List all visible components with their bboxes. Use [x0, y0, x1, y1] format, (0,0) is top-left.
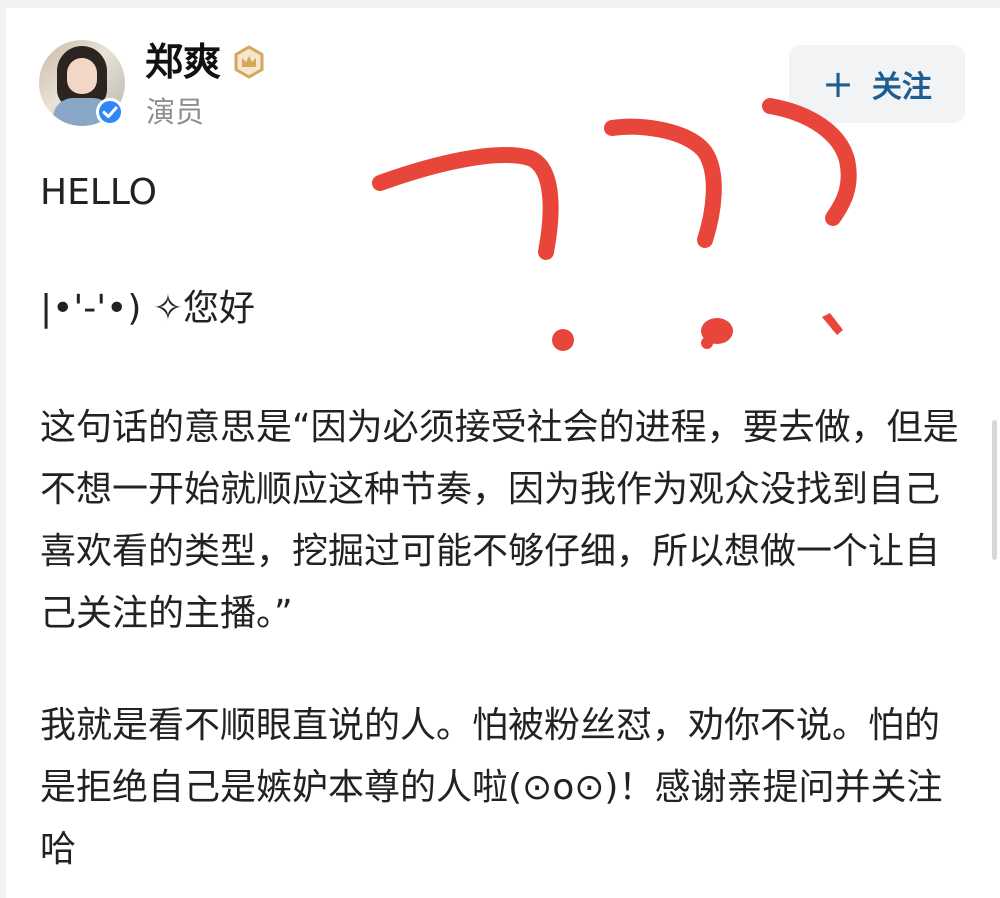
left-edge: [0, 0, 6, 898]
post-paragraph: HELLO: [40, 172, 157, 213]
scrollbar[interactable]: [992, 420, 997, 560]
user-role: 演员: [146, 95, 205, 129]
follow-button-label: 关注: [871, 70, 932, 105]
user-name[interactable]: 郑爽: [145, 38, 221, 86]
crown-badge-icon: [232, 45, 266, 79]
verified-badge-icon: [96, 98, 124, 126]
plus-icon: +: [822, 62, 854, 106]
follow-button[interactable]: + 关注: [789, 45, 965, 123]
post-paragraph: 这句话的意思是“因为必须接受社会的进程，要去做，但是不想一开始就顺应这种节奏，因…: [40, 407, 959, 634]
post-paragraph: |•'-'•) ✧您好: [40, 288, 256, 329]
top-divider: [0, 0, 1000, 8]
post-paragraph: 我就是看不顺眼直说的人。怕被粉丝怼，劝你不说。怕的是拒绝自己是嫉妒本尊的人啦(⊙…: [40, 705, 943, 870]
